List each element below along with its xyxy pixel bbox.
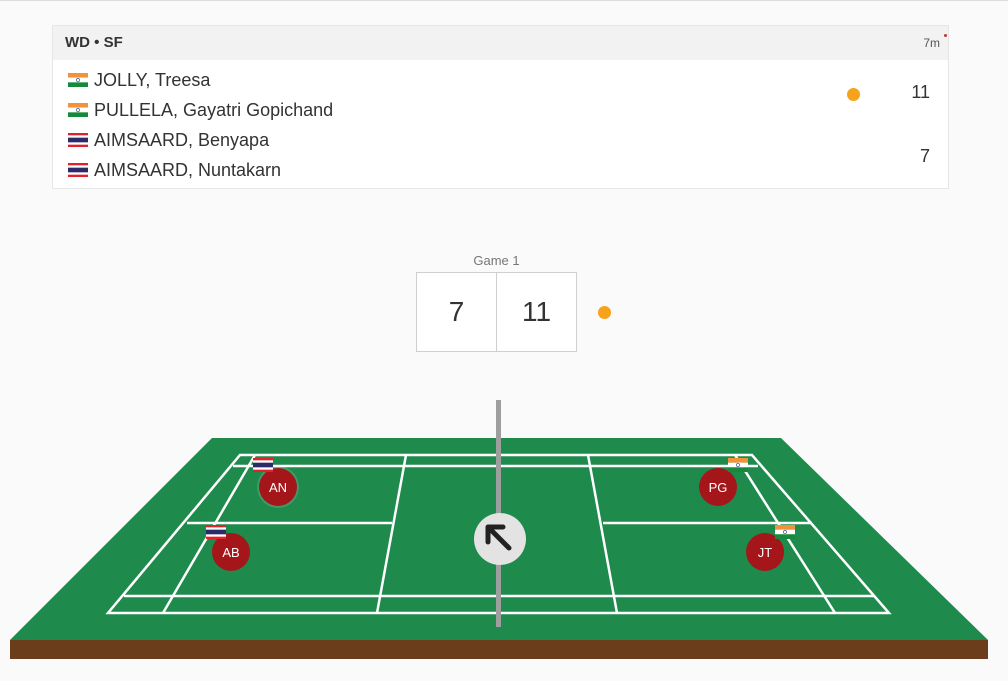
- india-flag-icon: [68, 73, 88, 87]
- live-indicator: [944, 34, 947, 37]
- arrow-up-left-icon: [473, 512, 527, 566]
- left-score: 7: [448, 296, 465, 327]
- player-name: JOLLY, Treesa: [94, 69, 211, 90]
- court-base: [10, 640, 988, 659]
- elapsed-time: 7m: [923, 36, 940, 50]
- top-divider: [0, 0, 1008, 1]
- player-initials: AN: [268, 479, 288, 495]
- player-initials: PG: [708, 479, 728, 495]
- team-score: 7: [919, 146, 930, 166]
- player-initials: AB: [222, 544, 240, 560]
- player-name: AIMSAARD, Benyapa: [94, 129, 270, 150]
- india-flag-icon: [726, 458, 750, 477]
- india-flag-icon: [773, 525, 797, 544]
- badminton-court: AN AB PG JT: [0, 395, 1008, 675]
- event-label: WD • SF: [65, 34, 123, 51]
- serve-indicator: [847, 88, 860, 101]
- thailand-flag-icon: [68, 163, 88, 177]
- game-label: Game 1: [473, 253, 520, 268]
- match-card[interactable]: WD • SF 7m JOLLY, Treesa PULLELA, Gayatr…: [52, 25, 949, 189]
- thailand-flag-icon: [251, 458, 275, 477]
- thailand-flag-icon: [68, 133, 88, 147]
- india-flag-icon: [68, 103, 88, 117]
- player-row: AIMSAARD, Nuntakarn: [68, 158, 281, 182]
- player-initials: JT: [757, 544, 773, 560]
- serve-indicator: [598, 306, 611, 319]
- player-name: PULLELA, Gayatri Gopichand: [94, 99, 334, 120]
- match-card-header: WD • SF 7m: [53, 26, 948, 60]
- right-score: 11: [496, 273, 576, 351]
- team-score: 11: [911, 82, 930, 102]
- player-row: PULLELA, Gayatri Gopichand: [68, 98, 333, 122]
- player-row: AIMSAARD, Benyapa: [68, 128, 269, 152]
- thailand-flag-icon: [204, 525, 228, 544]
- player-row: JOLLY, Treesa: [68, 68, 210, 92]
- player-name: AIMSAARD, Nuntakarn: [94, 159, 282, 180]
- game-score-box: 7 11: [416, 272, 577, 352]
